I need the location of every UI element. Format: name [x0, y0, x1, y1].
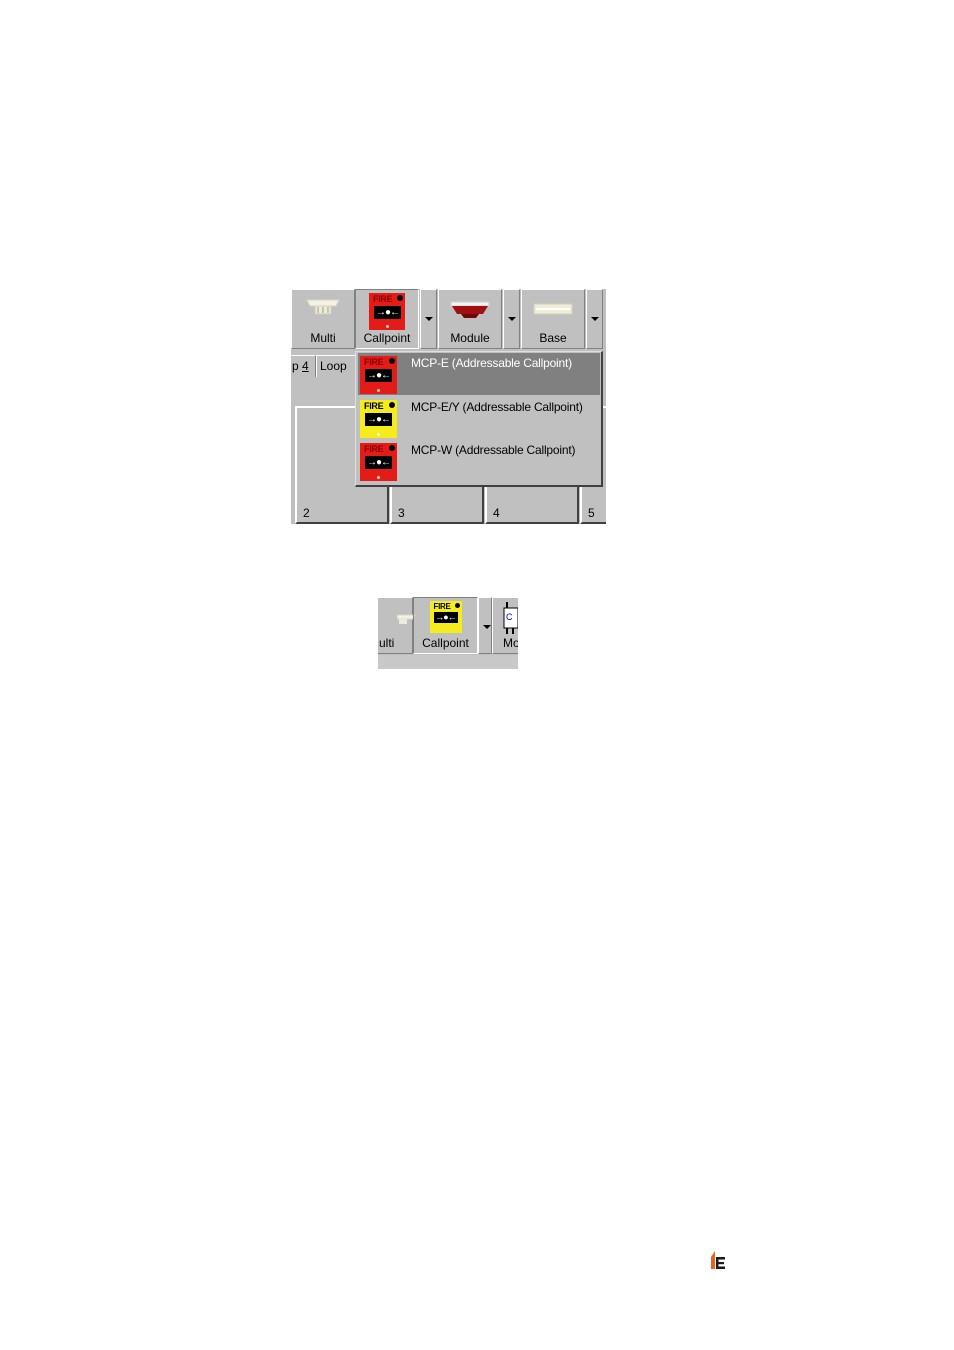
callpoint-dropdown-arrow[interactable] — [478, 597, 492, 654]
menu-item-label: MCP-E (Addressable Callpoint) — [411, 356, 572, 370]
callpoint-dropdown-screenshot: Multi FIRE →●← Callpoint Module Base p 4… — [291, 289, 606, 524]
base-dropdown-arrow[interactable] — [586, 289, 603, 349]
toolbar-label-callpoint: Callpoint — [363, 331, 411, 345]
callpoint-dropdown-arrow[interactable] — [420, 289, 437, 349]
menu-item-label: MCP-E/Y (Addressable Callpoint) — [411, 400, 583, 414]
module-icon-text: C — [506, 612, 513, 622]
fire-callpoint-yellow-icon: FIRE →●← — [360, 400, 397, 438]
toolbar-button-multi[interactable]: Multi — [291, 289, 355, 349]
module-dropdown-arrow[interactable] — [503, 289, 520, 349]
base-icon — [532, 300, 574, 325]
menu-item-mcp-e[interactable]: FIRE →●← MCP-E (Addressable Callpoint) — [358, 353, 600, 395]
tab-loop[interactable]: Loop — [316, 355, 356, 377]
toolbar-button-multi[interactable]: ulti — [378, 597, 416, 654]
toolbar-label-module: Mo — [503, 636, 518, 650]
toolbar-button-module[interactable]: C Mo — [492, 597, 518, 654]
menu-item-mcp-e-y[interactable]: FIRE →●← MCP-E/Y (Addressable Callpoint) — [358, 397, 600, 439]
callpoint-yellow-screenshot: ulti FIRE →●← Callpoint C Mo — [378, 597, 518, 669]
toolbar-label-callpoint: Callpoint — [422, 636, 469, 650]
fire-callpoint-red-icon: FIRE →●← — [360, 443, 397, 481]
toolbar-label-module: Module — [450, 331, 490, 345]
company-logo-icon — [709, 1249, 731, 1271]
menu-item-mcp-w[interactable]: FIRE →●← MCP-W (Addressable Callpoint) — [358, 440, 600, 482]
tab-loop-4[interactable]: p 4 — [291, 355, 316, 377]
smoke-detector-icon — [303, 294, 343, 325]
toolbar-label-multi: ulti — [379, 636, 395, 650]
toolbar-label-base: Base — [539, 331, 567, 345]
menu-item-label: MCP-W (Addressable Callpoint) — [411, 443, 576, 457]
toolbar-button-module[interactable]: Module — [438, 289, 502, 349]
fire-callpoint-yellow-icon: FIRE →●← — [429, 601, 462, 633]
sounder-icon — [449, 298, 491, 327]
callpoint-dropdown-menu: FIRE →●← MCP-E (Addressable Callpoint) F… — [355, 351, 603, 487]
fire-callpoint-red-icon: FIRE →●← — [369, 293, 405, 330]
toolbar-button-callpoint[interactable]: FIRE →●← Callpoint — [355, 289, 419, 349]
toolbar-button-callpoint[interactable]: FIRE →●← Callpoint — [413, 597, 478, 654]
toolbar-label-multi: Multi — [310, 331, 336, 345]
fire-callpoint-red-icon: FIRE →●← — [360, 356, 397, 394]
toolbar-button-base[interactable]: Base — [521, 289, 585, 349]
